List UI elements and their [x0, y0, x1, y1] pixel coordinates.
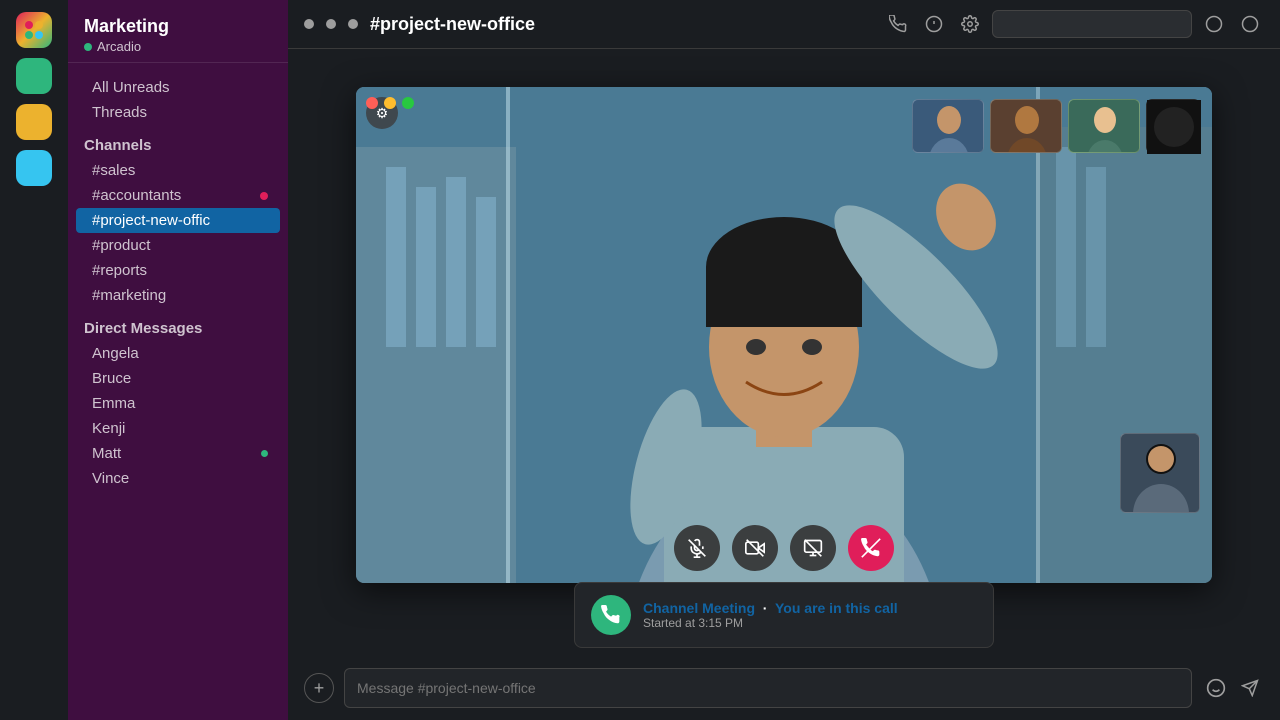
workspace-icon-green[interactable] — [16, 58, 52, 94]
workspace-name[interactable]: Marketing — [84, 16, 272, 37]
sidebar-header: Marketing Arcadio — [68, 0, 288, 63]
channel-meeting-banner: Channel Meeting · You are in this call S… — [574, 582, 994, 648]
sidebar-item-project-new-office[interactable]: #project-new-offic — [76, 208, 280, 233]
settings-icon[interactable] — [956, 10, 984, 38]
participant-thumb-bottom-right[interactable] — [1120, 433, 1200, 513]
sidebar-item-dm-matt[interactable]: Matt — [76, 441, 280, 466]
dot-nav-fwd[interactable] — [348, 19, 358, 29]
maximize-window-button[interactable] — [402, 97, 414, 109]
video-call-window: ⚙ — [356, 87, 1212, 583]
dm-section-header[interactable]: Direct Messages — [68, 308, 288, 341]
meeting-info: Channel Meeting · You are in this call S… — [643, 600, 977, 630]
user-status: Arcadio — [84, 39, 272, 54]
meeting-title-text: Channel Meeting — [643, 600, 755, 616]
workspace-icon-yellow[interactable] — [16, 104, 52, 140]
workspace-icon-teal[interactable] — [16, 150, 52, 186]
header-actions — [884, 10, 1264, 38]
sidebar-item-accountants[interactable]: #accountants — [76, 183, 280, 208]
message-input[interactable] — [344, 668, 1192, 708]
edit-icon[interactable] — [1236, 10, 1264, 38]
video-icon[interactable] — [1200, 10, 1228, 38]
send-button[interactable] — [1236, 674, 1264, 702]
meeting-icon — [591, 595, 631, 635]
participant-thumb-black[interactable] — [1146, 99, 1200, 153]
video-call-overlay: ⚙ — [288, 49, 1280, 720]
screen-share-button[interactable] — [790, 525, 836, 571]
close-window-button[interactable] — [366, 97, 378, 109]
status-indicator — [84, 43, 92, 51]
add-attachment-button[interactable]: + — [304, 673, 334, 703]
sidebar-item-sales[interactable]: #sales — [76, 158, 280, 183]
meeting-title: Channel Meeting · You are in this call — [643, 600, 977, 616]
channels-section-header[interactable]: Channels — [68, 125, 288, 158]
phone-icon[interactable] — [884, 10, 912, 38]
sidebar-navigation: All Unreads Threads Channels #sales #acc… — [68, 63, 288, 720]
end-call-button[interactable] — [848, 525, 894, 571]
participant-thumb-1[interactable] — [912, 99, 984, 153]
online-indicator — [261, 450, 268, 457]
workspace-icon-primary[interactable] — [16, 12, 52, 48]
sidebar-item-dm-bruce[interactable]: Bruce — [76, 366, 280, 391]
sidebar-item-marketing[interactable]: #marketing — [76, 283, 280, 308]
sidebar-item-dm-kenji[interactable]: Kenji — [76, 416, 280, 441]
participant-thumbnails — [912, 99, 1200, 153]
emoji-button[interactable] — [1202, 674, 1230, 702]
sidebar-item-reports[interactable]: #reports — [76, 258, 280, 283]
channel-title: #project-new-office — [370, 14, 872, 35]
main-video-feed: ⚙ — [356, 87, 1212, 583]
sidebar: Marketing Arcadio All Unreads Threads Ch… — [68, 0, 288, 720]
user-display-name: Arcadio — [97, 39, 141, 54]
meeting-banner-wrapper: Channel Meeting · You are in this call S… — [574, 582, 994, 660]
input-actions — [1202, 674, 1264, 702]
meeting-status: You are in this call — [775, 600, 898, 616]
minimize-window-button[interactable] — [384, 97, 396, 109]
message-input-bar: + — [288, 660, 1280, 720]
sidebar-item-dm-angela[interactable]: Angela — [76, 341, 280, 366]
dot-nav-mid[interactable] — [326, 19, 336, 29]
unread-badge — [260, 192, 268, 200]
info-icon[interactable] — [920, 10, 948, 38]
workspace-icon-bar — [0, 0, 68, 720]
sidebar-item-threads[interactable]: Threads — [76, 100, 280, 125]
meeting-started-time: Started at 3:15 PM — [643, 616, 977, 630]
sidebar-item-dm-emma[interactable]: Emma — [76, 391, 280, 416]
mute-button[interactable] — [674, 525, 720, 571]
sidebar-item-dm-vince[interactable]: Vince — [76, 466, 280, 491]
search-input[interactable] — [992, 10, 1192, 38]
sidebar-item-product[interactable]: #product — [76, 233, 280, 258]
window-controls — [366, 97, 414, 109]
participant-thumb-2[interactable] — [990, 99, 1062, 153]
sidebar-item-all-unreads[interactable]: All Unreads — [76, 75, 280, 100]
channel-header: #project-new-office — [288, 0, 1280, 49]
participant-thumb-3[interactable] — [1068, 99, 1140, 153]
main-content: #project-new-office — [288, 0, 1280, 720]
video-toggle-button[interactable] — [732, 525, 778, 571]
dot-nav-back[interactable] — [304, 19, 314, 29]
call-controls — [674, 525, 894, 571]
